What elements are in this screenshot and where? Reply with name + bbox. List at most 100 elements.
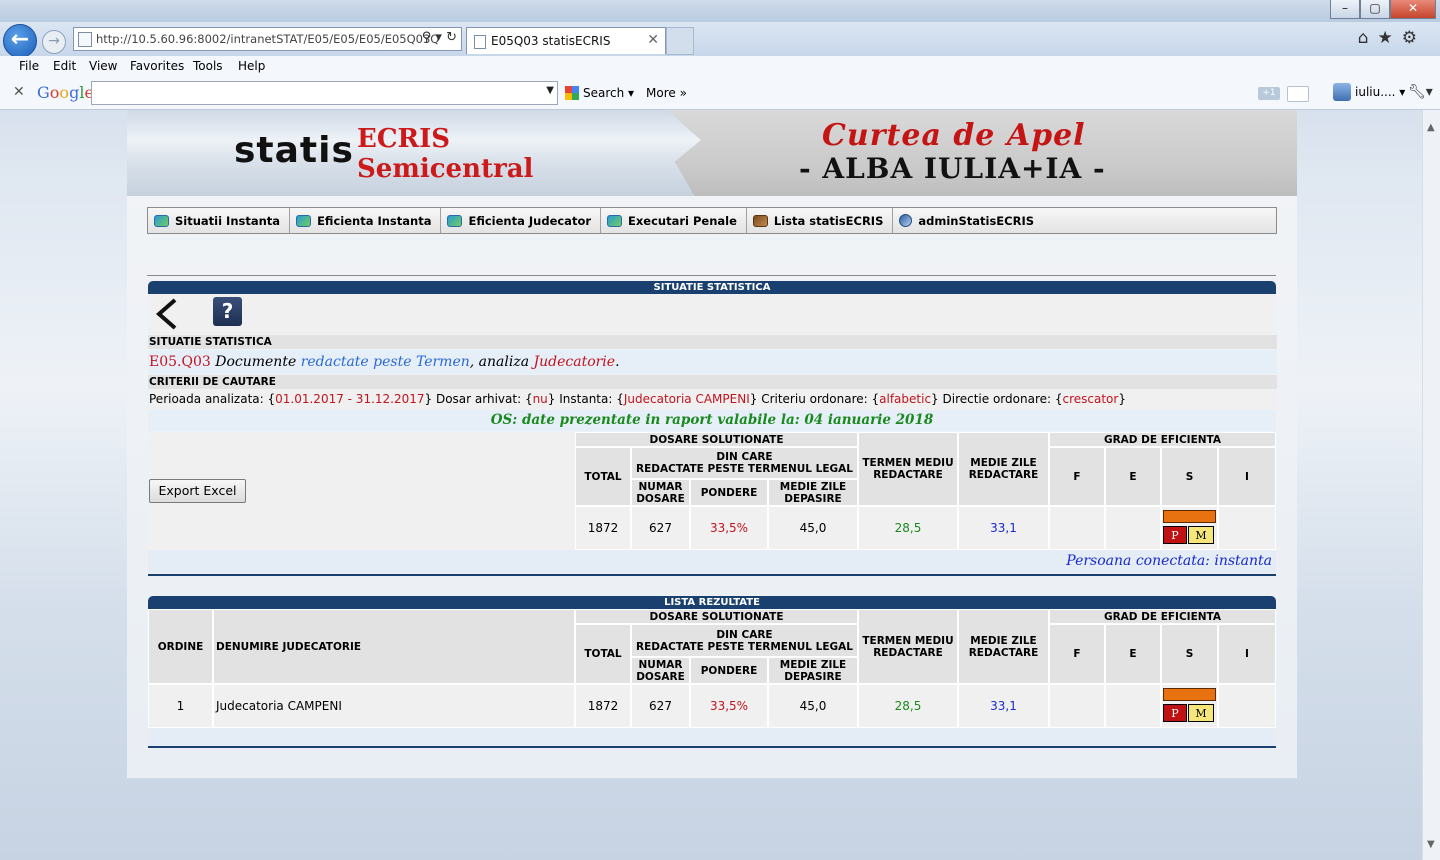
indicator-p: P (1163, 526, 1187, 544)
logo-statis: statis (234, 130, 354, 171)
header-s: S (1161, 624, 1218, 684)
browser-tab[interactable]: E05Q03 statisECRIS ✕ (466, 27, 666, 54)
header-e: E (1105, 624, 1161, 684)
row-i (1218, 684, 1276, 728)
back-arrow-icon[interactable] (153, 298, 179, 330)
page-icon (78, 32, 92, 47)
maximize-button[interactable]: ▢ (1360, 0, 1390, 19)
google-search-input[interactable]: ▼ (91, 81, 558, 105)
section-title-situatie: SITUATIE STATISTICA (148, 335, 1277, 349)
gavel-icon (752, 214, 768, 227)
help-icon[interactable]: ? (213, 297, 242, 326)
export-area: Export Excel (148, 432, 575, 550)
header-i: I (1218, 447, 1276, 506)
google-more-button[interactable]: More » (646, 86, 687, 100)
star-icon[interactable]: ★ (1378, 28, 1402, 48)
header-numar-dosare: NUMAR DOSARE (631, 657, 690, 684)
close-toolbar-icon[interactable]: ✕ (13, 84, 25, 100)
nav-admin-statisecris[interactable]: adminStatisECRIS (893, 208, 1043, 233)
report-description: E05.Q03 Documente redactate peste Termen… (148, 350, 1277, 374)
menu-bar: File Edit View Favorites Tools Help (0, 56, 1440, 79)
panel-bottom-rule (148, 574, 1276, 576)
header-numar-dosare: NUMAR DOSARE (631, 479, 690, 506)
header-e: E (1105, 447, 1161, 506)
header-i: I (1218, 624, 1276, 684)
nav-eficienta-instanta[interactable]: Eficienta Instanta (290, 208, 442, 233)
header-termen-mediu: TERMEN MEDIU REDACTARE (858, 609, 958, 684)
main-menu: Situatii Instanta Eficienta Instanta Efi… (147, 207, 1277, 234)
google-user-menu[interactable]: iuliu.... ▾ (1333, 83, 1405, 101)
scroll-down-icon[interactable]: ▼ (1427, 839, 1435, 850)
header-grad-eficienta: GRAD DE EFICIENTA (1049, 432, 1276, 447)
dropdown-icon[interactable]: ▾ (435, 30, 442, 45)
close-window-button[interactable]: ✕ (1390, 0, 1436, 19)
row-numar-dosare: 627 (631, 684, 690, 728)
report-code: E05.Q03 (149, 354, 211, 370)
criteria-period: 01.01.2017 - 31.12.2017 (275, 392, 425, 406)
dropdown-icon[interactable]: ▼ (546, 85, 554, 96)
nav-situatii-instanta[interactable]: Situatii Instanta (148, 208, 291, 233)
panel-title-lista: LISTA REZULTATE (148, 596, 1276, 609)
header-f: F (1049, 447, 1105, 506)
header-f: F (1049, 624, 1105, 684)
header-dosare-solutionate: DOSARE SOLUTIONATE (575, 432, 858, 447)
page-scrollbar[interactable]: ▲ ▼ (1422, 110, 1440, 860)
google-icon (565, 86, 579, 100)
close-tab-icon[interactable]: ✕ (647, 32, 659, 48)
minimize-button[interactable]: – (1330, 0, 1360, 19)
header-redactate: DIN CARE REDACTATE PESTE TERMENUL LEGAL (631, 624, 858, 657)
nav-eficienta-judecator[interactable]: Eficienta Judecator (441, 208, 602, 233)
tab-title: E05Q03 statisECRIS (491, 34, 611, 48)
header-ordine: ORDINE (148, 609, 213, 684)
header-total: TOTAL (575, 447, 631, 506)
refresh-icon[interactable]: ↻ (446, 30, 457, 45)
summary-medie-zile-depasire: 45,0 (768, 506, 858, 550)
menu-file[interactable]: File (19, 59, 39, 73)
stat-icon (154, 214, 169, 227)
window-titlebar: – ▢ ✕ (0, 0, 1440, 22)
toolbar-row: ? (148, 294, 1276, 334)
criteria-title: CRITERII DE CAUTARE (148, 375, 1277, 389)
panel-title-situatie: SITUATIE STATISTICA (148, 281, 1276, 294)
address-tools: ⚲ ▾ ↻ (422, 30, 457, 45)
google-plus-button[interactable]: +1 (1258, 87, 1280, 100)
nav-lista-statisecris[interactable]: Lista statisECRIS (747, 208, 894, 233)
summary-i (1218, 506, 1276, 550)
summary-numar-dosare: 627 (631, 506, 690, 550)
forward-button[interactable]: → (42, 30, 66, 54)
google-search-button[interactable]: Search ▾ (565, 86, 634, 100)
browser-right-icons: ⌂★⚙ (1358, 28, 1426, 48)
menu-help[interactable]: Help (238, 59, 265, 73)
home-icon[interactable]: ⌂ (1358, 28, 1378, 48)
arrow-right-icon: → (48, 33, 60, 49)
admin-icon (899, 214, 913, 227)
row-total: 1872 (575, 684, 631, 728)
nav-executari-penale[interactable]: Executari Penale (601, 208, 747, 233)
wrench-icon[interactable]: 🔧︎▾ (1408, 84, 1433, 100)
header-grad-eficienta: GRAD DE EFICIENTA (1049, 609, 1276, 624)
indicator-m: M (1188, 526, 1214, 544)
summary-medie-zile-redactare: 33,1 (958, 506, 1049, 550)
efficiency-bar (1163, 688, 1216, 701)
new-tab-button[interactable] (666, 27, 694, 55)
divider (147, 275, 1276, 276)
address-bar[interactable]: http://10.5.60.96:8002/intranetSTAT/E05/… (73, 27, 462, 51)
google-logo: Google (37, 83, 94, 102)
menu-view[interactable]: View (89, 59, 117, 73)
menu-tools[interactable]: Tools (193, 59, 223, 73)
back-button[interactable]: ← (3, 24, 37, 58)
scroll-up-icon[interactable]: ▲ (1427, 122, 1435, 133)
menu-favorites[interactable]: Favorites (130, 59, 184, 73)
row-e (1105, 684, 1161, 728)
menu-edit[interactable]: Edit (53, 59, 76, 73)
arrow-left-icon: ← (10, 27, 30, 52)
summary-f (1049, 506, 1105, 550)
avatar (1333, 83, 1351, 101)
report-scope: Judecatorie (533, 354, 616, 370)
address-url[interactable]: http://10.5.60.96:8002/intranetSTAT/E05/… (96, 32, 439, 46)
row-denumire[interactable]: Judecatoria CAMPENI (213, 684, 575, 728)
google-share-button[interactable] (1287, 86, 1309, 102)
export-excel-button[interactable]: Export Excel (149, 479, 246, 503)
search-icon[interactable]: ⚲ (422, 30, 432, 45)
gear-icon[interactable]: ⚙ (1402, 28, 1426, 48)
